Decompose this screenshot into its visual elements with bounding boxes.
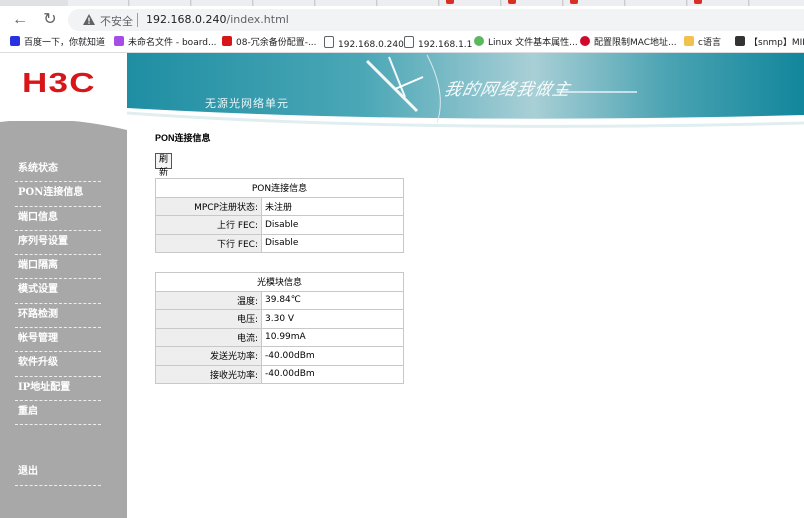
table-row: 发送光功率: -40.00dBm <box>155 346 404 366</box>
banner-title: 无源光网络单元 <box>205 97 289 110</box>
table-row: 温度: 39.84℃ <box>155 290 404 310</box>
bookmark-label: 配置限制MAC地址... <box>594 38 677 48</box>
bookmark-label: 【snmp】MIB <box>749 38 804 48</box>
banner-slogan: 我的网络我做主 <box>442 80 573 100</box>
url-host: 192.168.0.240 <box>146 13 227 26</box>
menu-item-account[interactable]: 帐号管理 <box>15 328 101 353</box>
row-value: 未注册 <box>261 196 404 216</box>
url-path: /index.html <box>226 13 289 26</box>
runoob-icon <box>474 36 484 46</box>
row-value: -40.00dBm <box>261 364 404 384</box>
paw-icon <box>10 36 20 46</box>
page-icon <box>324 36 334 48</box>
row-value: Disable <box>261 215 404 235</box>
row-value: 39.84℃ <box>261 290 404 310</box>
h3c-logo: H3C <box>22 67 96 98</box>
row-value: Disable <box>261 233 404 253</box>
sidebar: H3C 系统状态 PON连接信息 端口信息 序列号设置 端口隔离 模式设置 环路… <box>0 53 127 518</box>
bookmark-label: 08-冗余备份配置-... <box>236 38 317 48</box>
menu-item-loop-detection[interactable]: 环路检测 <box>15 304 101 329</box>
url-bar[interactable]: 不安全 192.168.0.240/index.html <box>68 9 804 31</box>
bookmark-label: Linux 文件基本属性... <box>488 38 578 48</box>
row-label: 上行 FEC: <box>155 215 262 235</box>
bookmark-item[interactable]: 192.168.0.240 <box>324 36 404 50</box>
bookmark-item[interactable]: Linux 文件基本属性... <box>474 36 578 50</box>
row-value: 10.99mA <box>261 327 404 347</box>
huawei-icon <box>580 36 590 46</box>
menu-item-ip-config[interactable]: IP地址配置 <box>15 377 101 401</box>
bookmark-label: 百度一下，你就知道 <box>24 38 106 48</box>
bookmark-item[interactable]: 192.168.1.1 <box>404 36 472 50</box>
bookmark-item[interactable]: 【snmp】MIB <box>735 36 804 50</box>
row-label: 温度: <box>155 290 262 310</box>
menu-item-serial-setting[interactable]: 序列号设置 <box>15 231 101 256</box>
menu-item-mode-setting[interactable]: 模式设置 <box>15 279 101 304</box>
bookmark-item[interactable]: 08-冗余备份配置-... <box>222 36 317 50</box>
table-row: 上行 FEC: Disable <box>155 215 404 235</box>
url-text[interactable]: 192.168.0.240/index.html <box>146 13 289 26</box>
menu-item-port-isolation[interactable]: 端口隔离 <box>15 255 101 280</box>
address-bar-row: ← ↻ 不安全 192.168.0.240/index.html <box>0 6 804 34</box>
optical-module-table: 光模块信息 温度: 39.84℃ 电压: 3.30 V 电流: 10.99mA 发送光… <box>155 272 404 384</box>
sidebar-curve <box>0 108 127 130</box>
bookmark-label: c语言 <box>698 38 721 48</box>
row-label: 接收光功率: <box>155 364 262 384</box>
sidebar-menu: 系统状态 PON连接信息 端口信息 序列号设置 端口隔离 模式设置 环路检测 帐… <box>15 158 101 486</box>
table-row: 下行 FEC: Disable <box>155 233 404 253</box>
router-page: H3C 系统状态 PON连接信息 端口信息 序列号设置 端口隔离 模式设置 环路… <box>0 53 804 518</box>
h3c-icon <box>222 36 232 46</box>
page-title: PON连接信息 <box>155 133 211 143</box>
bookmark-label: 192.168.0.240 <box>338 40 404 50</box>
refresh-button[interactable]: 刷新 <box>155 153 173 178</box>
header-banner: 无源光网络单元 我的网络我做主 <box>127 53 804 131</box>
bookmark-item[interactable]: 配置限制MAC地址... <box>580 36 677 50</box>
row-value: 3.30 V <box>261 309 404 329</box>
bookmark-item[interactable]: 百度一下，你就知道 <box>10 36 105 50</box>
bookmark-logo-icon <box>735 36 745 46</box>
menu-item-system-status[interactable]: 系统状态 <box>15 158 101 183</box>
pon-table-header: PON连接信息 <box>155 178 404 198</box>
logout-link[interactable]: 退出 <box>15 461 101 486</box>
back-icon[interactable]: ← <box>10 10 30 30</box>
bookmark-label: 192.168.1.1 <box>418 40 473 50</box>
menu-item-port-info[interactable]: 端口信息 <box>15 207 101 231</box>
row-label: 电流: <box>155 327 262 347</box>
bookmark-item[interactable]: 未命名文件 - board... <box>114 36 217 50</box>
page-icon <box>404 36 414 48</box>
row-label: MPCP注册状态: <box>155 196 262 216</box>
table-row: 电流: 10.99mA <box>155 327 404 347</box>
table-row: MPCP注册状态: 未注册 <box>155 196 404 216</box>
optic-table-header: 光模块信息 <box>155 272 404 292</box>
reload-icon[interactable]: ↻ <box>40 10 60 30</box>
boardmix-icon <box>114 36 124 46</box>
warning-icon <box>83 14 95 25</box>
row-label: 发送光功率: <box>155 346 262 366</box>
row-value: -40.00dBm <box>261 346 404 366</box>
menu-item-reboot[interactable]: 重启 <box>15 401 101 426</box>
bookmarks-bar: 百度一下，你就知道 未命名文件 - board... 08-冗余备份配置-...… <box>0 34 804 53</box>
table-row: 电压: 3.30 V <box>155 309 404 329</box>
bookmark-label: 未命名文件 - board... <box>128 38 217 48</box>
insecure-label: 不安全 <box>100 15 133 28</box>
bookmark-item[interactable]: c语言 <box>684 36 721 50</box>
row-label: 电压: <box>155 309 262 329</box>
menu-item-upgrade[interactable]: 软件升级 <box>15 352 101 377</box>
url-separator <box>137 13 138 27</box>
pon-info-table: PON连接信息 MPCP注册状态: 未注册 上行 FEC: Disable 下行 F… <box>155 178 404 253</box>
table-row: 接收光功率: -40.00dBm <box>155 364 404 384</box>
menu-item-pon-info[interactable]: PON连接信息 <box>15 182 101 207</box>
folder-icon <box>684 36 694 46</box>
row-label: 下行 FEC: <box>155 233 262 253</box>
